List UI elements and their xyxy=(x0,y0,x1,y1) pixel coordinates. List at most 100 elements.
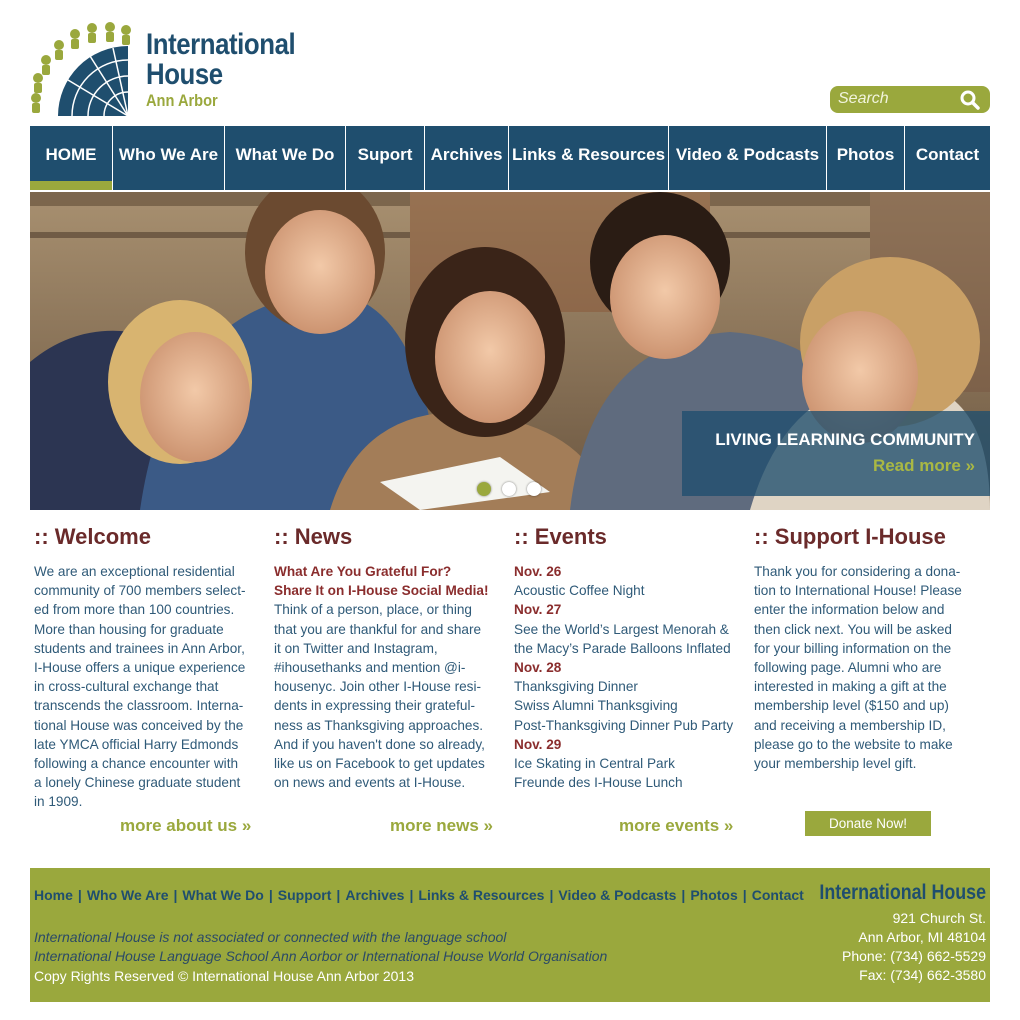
welcome-line: transcends the classroom. Interna- xyxy=(34,698,244,714)
support-line: tion to International House! Please xyxy=(754,583,962,599)
event-item[interactable]: Thanksgiving Dinner xyxy=(514,677,750,696)
welcome-line: following a chance encounter with xyxy=(34,756,239,772)
support-line: enter the information below and xyxy=(754,602,945,618)
support-line: and receiving a membership ID, xyxy=(754,717,946,733)
logo-line-ann-arbor: Ann Arbor xyxy=(146,91,218,110)
welcome-line: We are an exceptional residential xyxy=(34,564,235,579)
slider-dot-2[interactable] xyxy=(502,482,516,496)
support-line: your membership level gift. xyxy=(754,756,917,772)
search-box[interactable]: Search xyxy=(830,86,990,113)
footer-copyright: Copy Rights Reserved © International Hou… xyxy=(34,968,414,984)
event-item[interactable]: Post-Thanksgiving Dinner Pub Party xyxy=(514,716,750,735)
nav-who-we-are[interactable]: Who We Are xyxy=(113,126,225,190)
footer-nav-separator: | xyxy=(681,887,686,903)
support-line: membership level ($150 and up) xyxy=(754,698,949,714)
support-line: please go to the website to make xyxy=(754,736,953,752)
search-input[interactable]: Search xyxy=(838,90,889,108)
events-section: :: Events Nov. 26 Acoustic Coffee Night No… xyxy=(514,522,750,792)
nav-photos[interactable]: Photos xyxy=(827,126,905,190)
news-line: it on Twitter and Instagram, xyxy=(274,640,438,656)
welcome-line: I-House offers a unique experience xyxy=(34,660,246,676)
search-icon[interactable] xyxy=(960,90,980,110)
news-line: ness as Thanksgiving approaches. xyxy=(274,717,484,733)
news-line: #ihousethanks and mention @i- xyxy=(274,660,466,676)
event-item[interactable]: Acoustic Coffee Night xyxy=(514,581,750,600)
welcome-line: ed from more than 100 countries. xyxy=(34,602,235,618)
slider-dot-1[interactable] xyxy=(477,482,491,496)
logo-line-house: House xyxy=(146,58,223,91)
footer-nav: Home | Who We Are | What We Do | Support | Archi… xyxy=(34,887,804,903)
welcome-line: community of 700 members select- xyxy=(34,583,246,599)
nav-contact[interactable]: Contact xyxy=(905,126,990,190)
footer-nav-link[interactable]: Video & Podcasts xyxy=(558,887,676,903)
footer-nav-link[interactable]: Archives xyxy=(345,887,404,903)
footer-nav-separator: | xyxy=(336,887,341,903)
news-line: housenyc. Join other I-House resi- xyxy=(274,679,482,695)
nav-video-podcasts[interactable]: Video & Podcasts xyxy=(669,126,827,190)
welcome-line: late YMCA official Harry Edmonds xyxy=(34,736,239,752)
news-headline[interactable]: Share It on I-House Social Media! xyxy=(274,581,510,600)
support-line: interested in making a gift at the xyxy=(754,679,947,695)
more-news-link[interactable]: more news » xyxy=(390,816,493,836)
slider-dots xyxy=(477,482,541,496)
news-line: dents in expressing their grateful- xyxy=(274,698,475,714)
header: International House Ann Arbor Search xyxy=(0,0,1020,126)
footer-nav-link[interactable]: Links & Resources xyxy=(418,887,544,903)
support-title: :: Support I-House xyxy=(754,524,946,549)
news-line: Think of a person, place, or thing xyxy=(274,602,472,618)
more-about-us-link[interactable]: more about us » xyxy=(120,816,251,836)
footer: Home | Who We Are | What We Do | Support | Archi… xyxy=(30,868,990,1002)
event-item[interactable]: Swiss Alumni Thanksgiving xyxy=(514,696,750,715)
event-date: Nov. 26 xyxy=(514,564,562,579)
footer-nav-link[interactable]: Photos xyxy=(690,887,737,903)
nav-home[interactable]: HOME xyxy=(30,126,113,190)
site-logo[interactable]: International House Ann Arbor xyxy=(28,20,318,124)
footer-nav-separator: | xyxy=(268,887,273,903)
support-line: for your billing information on the xyxy=(754,640,952,656)
news-section: :: News What Are You Grateful For? Share… xyxy=(274,522,510,792)
support-section: :: Support I-House Thank you for conside… xyxy=(754,522,990,773)
welcome-text: We are an exceptional residential commun… xyxy=(34,562,270,812)
slider-dot-3[interactable] xyxy=(527,482,541,496)
more-events-link[interactable]: more events » xyxy=(619,816,733,836)
logo-text: International House Ann Arbor xyxy=(146,28,320,110)
event-item[interactable]: the Macy’s Parade Balloons Inflated xyxy=(514,639,750,658)
hero-slider[interactable]: LIVING LEARNING COMMUNITY Read more » xyxy=(30,192,990,510)
footer-nav-link[interactable]: What We Do xyxy=(182,887,263,903)
welcome-line: in 1909. xyxy=(34,794,83,810)
support-line: Thank you for considering a dona- xyxy=(754,564,961,579)
footer-address-street: 921 Church St. xyxy=(892,910,986,926)
event-item[interactable]: See the World’s Largest Menorah & xyxy=(514,620,750,639)
news-line: like us on Facebook to get updates xyxy=(274,756,485,772)
event-date: Nov. 27 xyxy=(514,602,562,618)
nav-links-resources[interactable]: Links & Resources xyxy=(509,126,669,190)
news-line: on news and events at I-House. xyxy=(274,775,466,791)
footer-nav-link[interactable]: Who We Are xyxy=(87,887,169,903)
event-item[interactable]: Ice Skating in Central Park xyxy=(514,754,750,773)
event-date: Nov. 28 xyxy=(514,660,562,676)
footer-nav-separator: | xyxy=(173,887,178,903)
footer-nav-separator: | xyxy=(409,887,414,903)
event-item[interactable]: Freunde des I-House Lunch xyxy=(514,773,750,792)
footer-disclaimer-1: International House is not associated or… xyxy=(34,929,507,945)
footer-nav-link[interactable]: Contact xyxy=(752,887,804,903)
hero-read-more-link[interactable]: Read more » xyxy=(873,456,975,476)
welcome-line: a lonely Chinese graduate student xyxy=(34,775,241,791)
support-line: following page. Alumni who are xyxy=(754,660,942,676)
footer-nav-separator: | xyxy=(549,887,554,903)
welcome-line: tional House was conceived by the xyxy=(34,717,244,733)
nav-archives[interactable]: Archives xyxy=(425,126,509,190)
welcome-line: in cross-cultural exchange that xyxy=(34,679,219,695)
footer-nav-separator: | xyxy=(77,887,82,903)
news-line: And if you haven't done so already, xyxy=(274,736,485,752)
news-line: that you are thankful for and share xyxy=(274,621,482,637)
footer-nav-link[interactable]: Support xyxy=(278,887,332,903)
nav-what-we-do[interactable]: What We Do xyxy=(225,126,346,190)
footer-nav-link[interactable]: Home xyxy=(34,887,73,903)
footer-phone: Phone: (734) 662-5529 xyxy=(842,948,986,964)
donate-now-button[interactable]: Donate Now! xyxy=(805,811,931,836)
nav-support[interactable]: Suport xyxy=(346,126,425,190)
news-headline[interactable]: What Are You Grateful For? xyxy=(274,562,510,581)
logo-line-international: International xyxy=(146,28,296,61)
welcome-line: students and trainees in Ann Arbor, xyxy=(34,640,245,656)
